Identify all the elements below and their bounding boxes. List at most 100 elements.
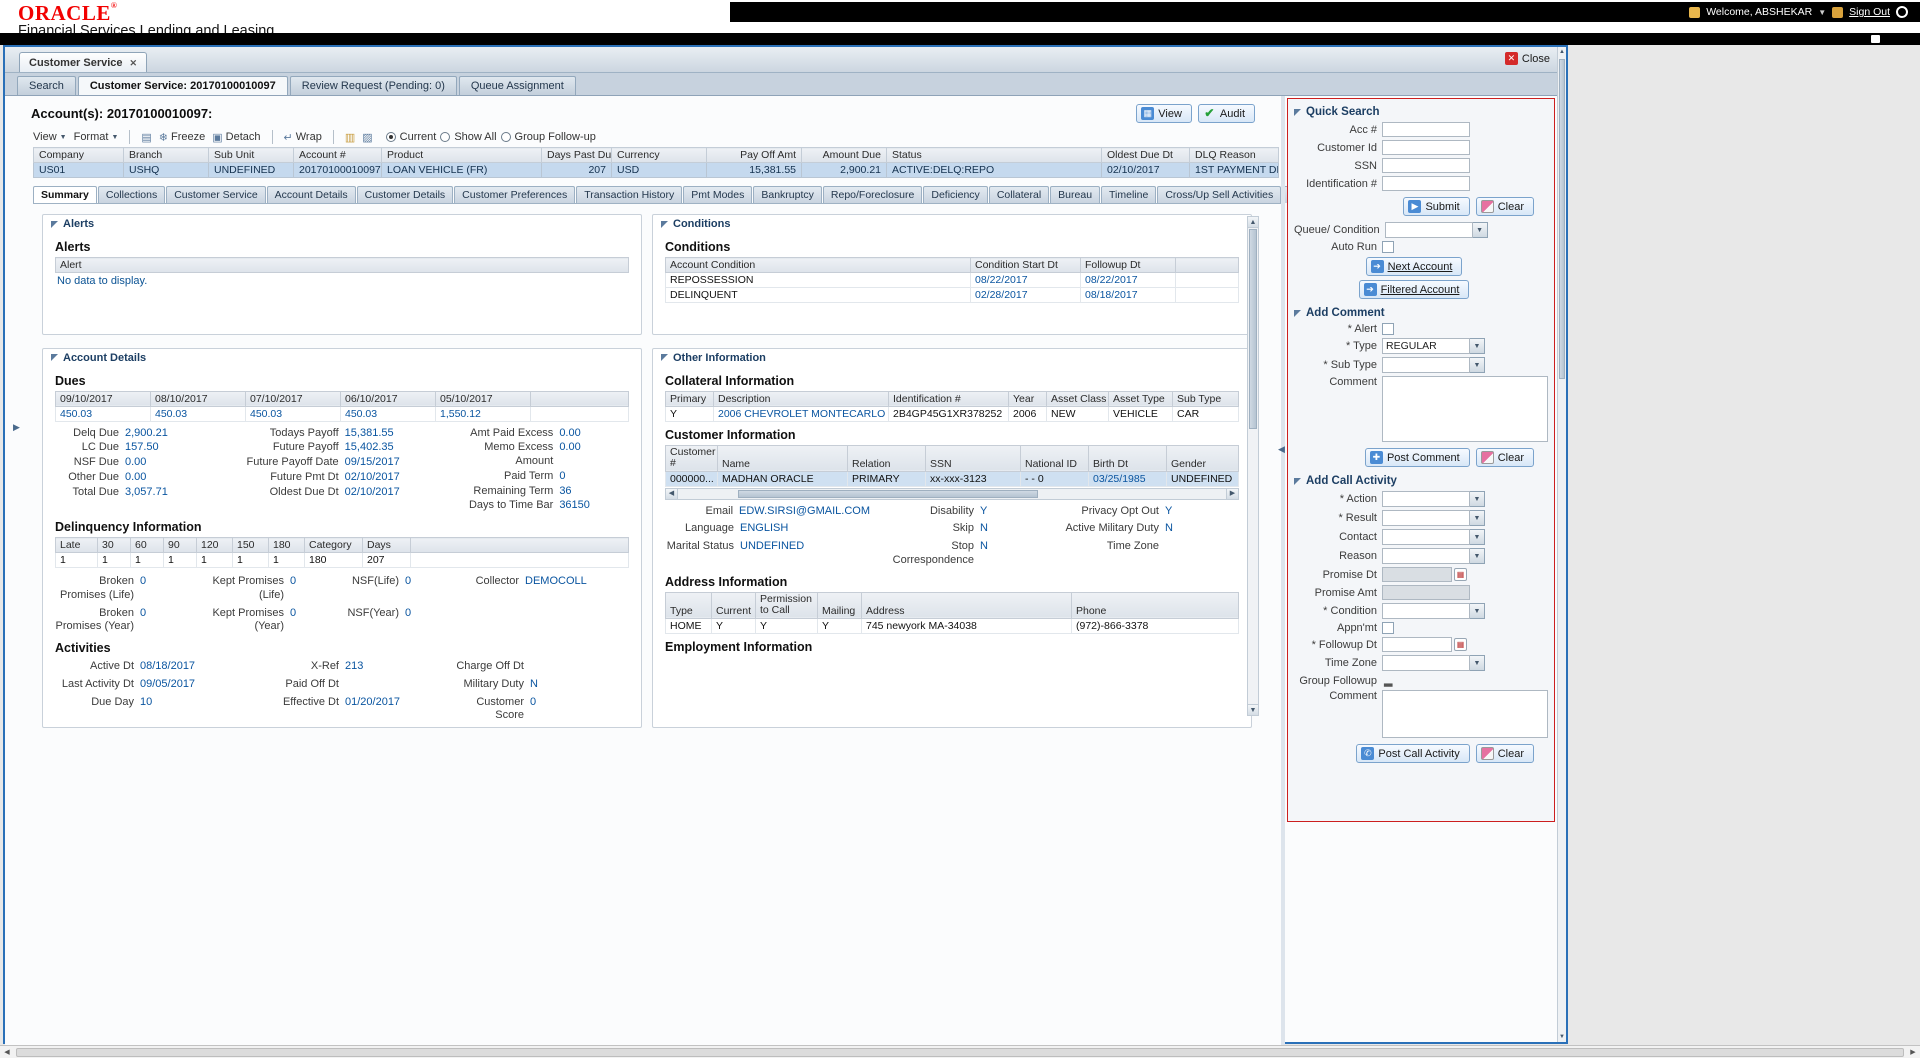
post-call-activity-button[interactable]: ✆ Post Call Activity	[1356, 744, 1470, 763]
condition-select[interactable]: ▼	[1382, 603, 1485, 619]
detach-button[interactable]: ▣ Detach	[212, 131, 260, 144]
tab-pmt-modes[interactable]: Pmt Modes	[683, 186, 753, 203]
close-button[interactable]: ✕ Close	[1504, 52, 1550, 65]
profile-icon[interactable]	[1896, 6, 1908, 18]
view-menu[interactable]: View ▼	[33, 131, 67, 143]
calendar-icon[interactable]: ▦	[1454, 568, 1467, 581]
delinquency-row[interactable]: 1 1 1 1 1 1 1 180 207	[55, 552, 629, 569]
identification-input[interactable]	[1382, 176, 1470, 191]
tab-bankruptcy[interactable]: Bankruptcy	[753, 186, 822, 203]
col-asset-type[interactable]: Asset Type	[1108, 390, 1173, 407]
collapse-right-panel-icon[interactable]: ◀	[1278, 444, 1285, 455]
comment-sub-type-select[interactable]: ▼	[1382, 357, 1485, 373]
quick-search-header[interactable]: Quick Search	[1294, 106, 1548, 118]
col-followup-dt[interactable]: Followup Dt	[1080, 257, 1176, 273]
col-year[interactable]: Year	[1008, 390, 1047, 407]
col-pay-off-amt[interactable]: Pay Off Amt	[706, 147, 802, 163]
col-ssn[interactable]: SSN	[925, 444, 1021, 472]
col-account-no[interactable]: Account #	[293, 147, 382, 163]
tab-collections[interactable]: Collections	[97, 186, 166, 203]
scrollbar-thumb[interactable]	[1559, 59, 1565, 379]
bottom-hscrollbar[interactable]: ◀ ▶	[0, 1045, 1920, 1058]
col-days-past-due[interactable]: Days Past Due	[541, 147, 612, 163]
dues-col[interactable]: 05/10/2017	[435, 390, 531, 407]
customer-id-input[interactable]	[1382, 140, 1470, 155]
view-button[interactable]: ▦ View	[1136, 104, 1192, 123]
comment-textarea[interactable]	[1382, 376, 1548, 442]
tab-cross-up-sell[interactable]: Cross/Up Sell Activities	[1157, 186, 1282, 203]
freeze-button[interactable]: ❄ Freeze	[159, 131, 205, 144]
expand-left-splitter-icon[interactable]: ▶	[13, 422, 20, 433]
col-permission-to-call[interactable]: Permission to Call	[755, 591, 818, 619]
contact-select[interactable]: ▼	[1382, 529, 1485, 545]
other-information-panel-header[interactable]: Other Information	[653, 349, 1251, 365]
tab-close-icon[interactable]: ✕	[130, 58, 138, 69]
col-national-id[interactable]: National ID	[1020, 444, 1089, 472]
scrollbar-thumb[interactable]	[16, 1047, 1904, 1057]
radio-show-all[interactable]	[440, 132, 451, 142]
wrap-button[interactable]: ↵ Wrap	[284, 131, 322, 144]
col-condition-start-dt[interactable]: Condition Start Dt	[970, 257, 1081, 273]
tab-customer-service[interactable]: Customer Service	[166, 186, 266, 203]
radio-current[interactable]	[385, 132, 396, 142]
col-primary[interactable]: Primary	[665, 390, 714, 407]
col-address[interactable]: Address	[861, 591, 1072, 619]
scroll-up-icon[interactable]: ▲	[1248, 217, 1258, 228]
nav-tab-review-request[interactable]: Review Request (Pending: 0)	[289, 76, 457, 95]
col-identification[interactable]: Identification #	[888, 390, 1009, 407]
followup-dt-input[interactable]	[1382, 637, 1452, 652]
action-select[interactable]: ▼	[1382, 491, 1485, 507]
auto-run-checkbox[interactable]	[1382, 241, 1394, 253]
customer-row[interactable]: 000000... MADHAN ORACLE PRIMARY xx-xxx-3…	[665, 470, 1239, 487]
clear-call-activity-button[interactable]: Clear	[1475, 744, 1534, 763]
group-followup-checkbox[interactable]: ▂	[1384, 674, 1392, 687]
time-zone-select[interactable]: ▼	[1382, 655, 1485, 671]
submit-button[interactable]: ▶ Submit	[1403, 197, 1470, 216]
delinq-col[interactable]: 60	[130, 537, 164, 554]
chat-icon[interactable]	[1871, 35, 1880, 43]
currency-icon[interactable]: ▥	[345, 131, 355, 144]
nav-tab-queue-assignment[interactable]: Queue Assignment	[458, 76, 576, 95]
promise-amt-input[interactable]	[1382, 585, 1470, 600]
condition-row[interactable]: REPOSSESSION 08/22/2017 08/22/2017	[665, 272, 1239, 288]
tab-customer-details[interactable]: Customer Details	[356, 186, 454, 203]
post-comment-button[interactable]: ✚ Post Comment	[1364, 448, 1470, 467]
dues-col[interactable]: 07/10/2017	[245, 390, 341, 407]
result-select[interactable]: ▼	[1382, 510, 1485, 526]
col-dlq-reason[interactable]: DLQ Reason	[1189, 147, 1279, 163]
window-tab-customer-service[interactable]: Customer Service ✕	[19, 52, 148, 72]
nav-tab-search[interactable]: Search	[17, 76, 76, 95]
delinq-col[interactable]: 120	[196, 537, 233, 554]
dues-row[interactable]: 450.03 450.03 450.03 450.03 1,550.12	[55, 405, 629, 422]
col-amount-due[interactable]: Amount Due	[801, 147, 887, 163]
edit-grid-icon[interactable]: ▤	[141, 131, 151, 144]
queue-condition-select[interactable]: ▼	[1384, 222, 1488, 238]
col-sub-type[interactable]: Sub Type	[1172, 390, 1239, 407]
delinq-col[interactable]: 180	[268, 537, 305, 554]
col-currency[interactable]: Currency	[611, 147, 707, 163]
clear-button[interactable]: Clear	[1475, 197, 1534, 216]
tab-customer-preferences[interactable]: Customer Preferences	[454, 186, 576, 203]
clear-comment-button[interactable]: Clear	[1475, 448, 1534, 467]
tab-bureau[interactable]: Bureau	[1050, 186, 1101, 203]
address-row[interactable]: HOME Y Y Y 745 newyork MA-34038 (972)-86…	[665, 617, 1239, 634]
customer-table-hscrollbar[interactable]: ◀ ▶	[665, 487, 1239, 500]
col-birth-dt[interactable]: Birth Dt	[1088, 444, 1167, 472]
col-description[interactable]: Description	[713, 390, 889, 407]
alerts-panel-header[interactable]: Alerts	[43, 215, 641, 231]
account-row[interactable]: US01 USHQ UNDEFINED 20170100010097 LOAN …	[33, 162, 1279, 178]
delinq-col[interactable]: Late	[55, 537, 98, 554]
alert-checkbox[interactable]	[1382, 323, 1394, 335]
col-alert[interactable]: Alert	[55, 257, 629, 273]
tab-summary[interactable]: Summary	[33, 186, 97, 203]
col-product[interactable]: Product	[381, 147, 542, 163]
scroll-right-icon[interactable]: ▶	[1226, 488, 1238, 499]
calendar-icon[interactable]: ▦	[1454, 638, 1467, 651]
add-call-activity-header[interactable]: Add Call Activity	[1294, 475, 1548, 487]
appointment-checkbox[interactable]	[1382, 622, 1394, 634]
dues-col[interactable]: 06/10/2017	[340, 390, 436, 407]
tab-transaction-history[interactable]: Transaction History	[576, 186, 683, 203]
tab-account-details[interactable]: Account Details	[266, 186, 356, 203]
reason-select[interactable]: ▼	[1382, 548, 1485, 564]
col-name[interactable]: Name	[717, 444, 848, 472]
